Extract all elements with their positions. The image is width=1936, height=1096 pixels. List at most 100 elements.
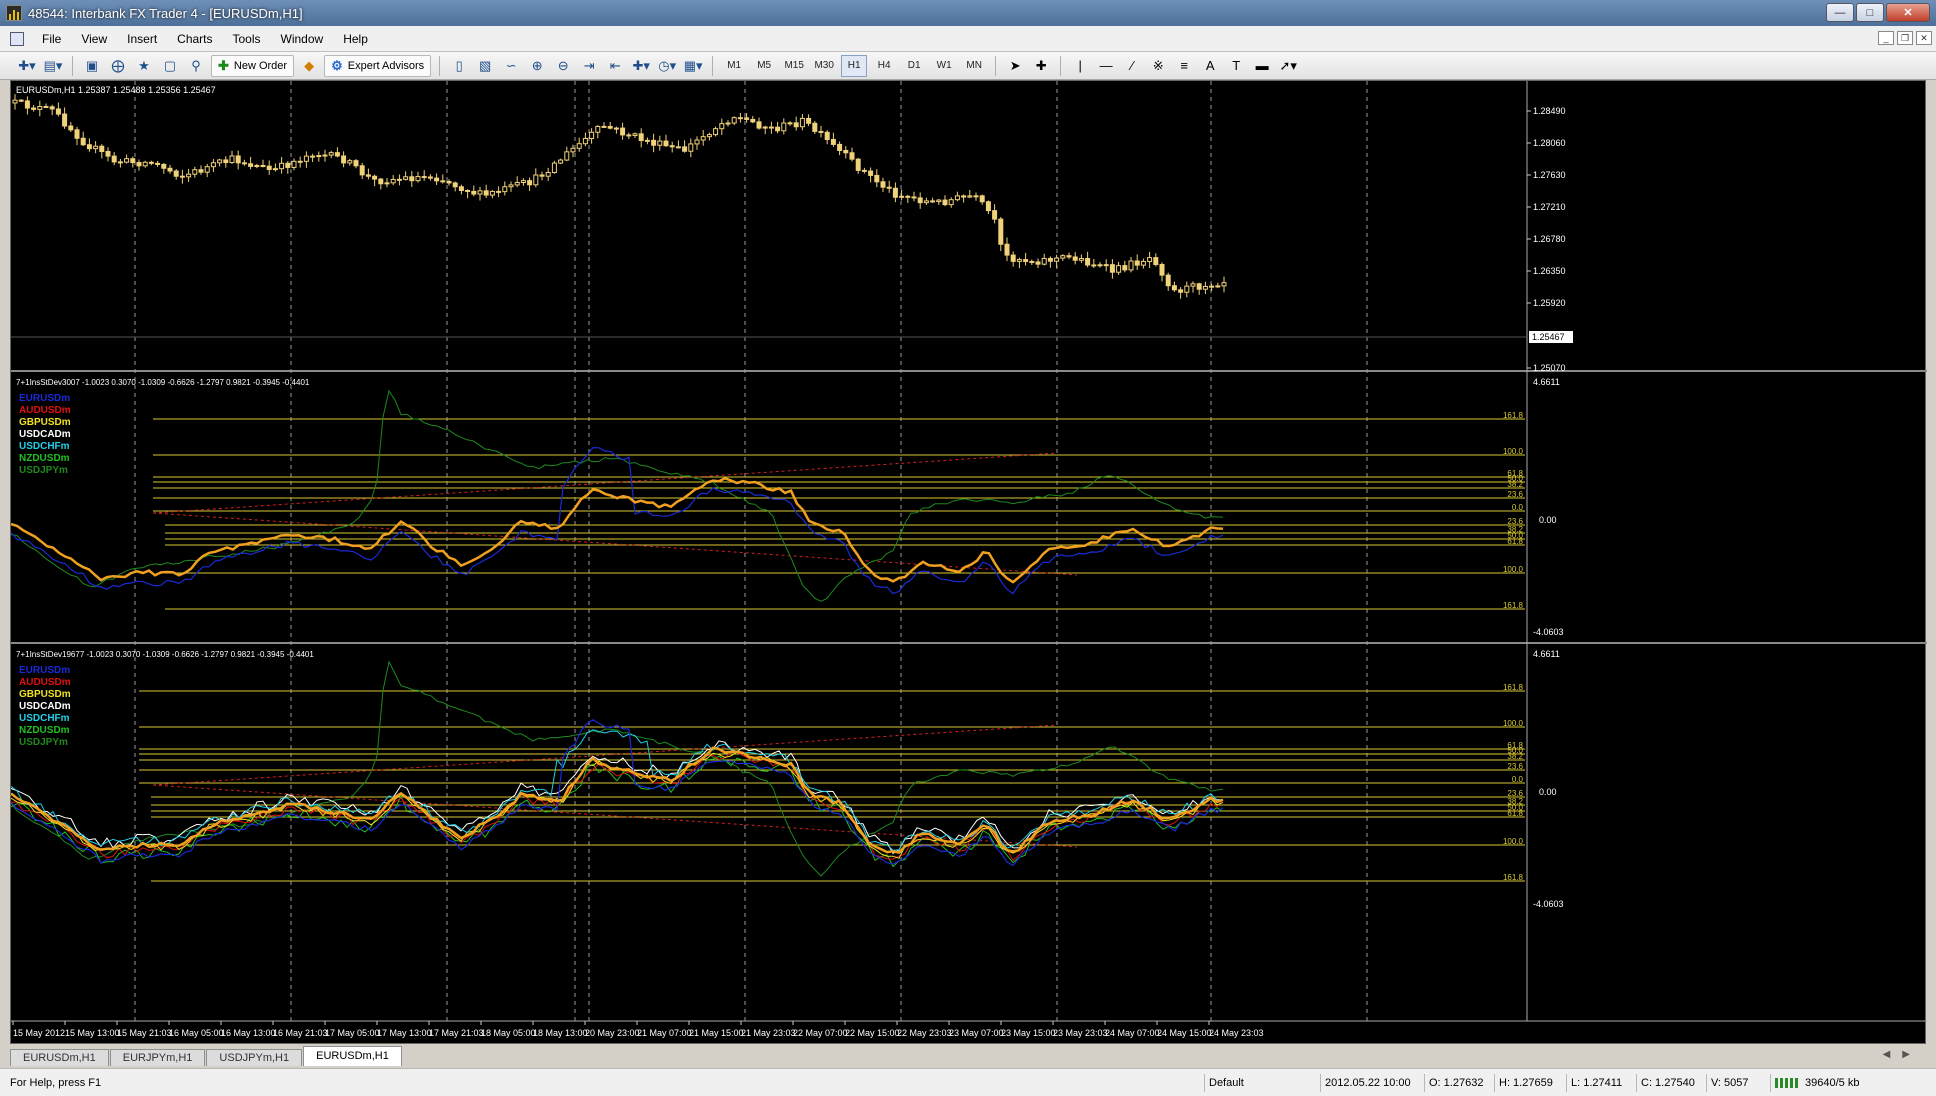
candle-body bbox=[626, 134, 632, 137]
mdi-minimize-button[interactable]: _ bbox=[1878, 31, 1894, 45]
candle-body bbox=[384, 182, 390, 185]
chart-canvas[interactable]: EURUSDm,H1 1.25387 1.25488 1.25356 1.254… bbox=[11, 81, 1927, 1045]
trendline-icon[interactable]: ∕ bbox=[1121, 55, 1143, 77]
candle-body bbox=[18, 99, 24, 102]
candle-body bbox=[353, 160, 359, 167]
status-bar: For Help, press F1 Default 2012.05.22 10… bbox=[0, 1068, 1936, 1096]
profiles-icon[interactable]: ▤▾ bbox=[42, 55, 64, 77]
timeframe-m1[interactable]: M1 bbox=[721, 55, 747, 77]
data-window-icon[interactable]: ⨁ bbox=[107, 55, 129, 77]
expert-advisors-button[interactable]: ⚙ Expert Advisors bbox=[324, 54, 432, 77]
indicators-icon[interactable]: ✚▾ bbox=[630, 55, 652, 77]
fibonacci-icon[interactable]: ≡ bbox=[1173, 55, 1195, 77]
auto-scroll-icon[interactable]: ⇥ bbox=[578, 55, 600, 77]
candle-body bbox=[601, 125, 607, 128]
navigator-icon[interactable]: ★ bbox=[133, 55, 155, 77]
metaeditor-icon[interactable]: ◆ bbox=[298, 55, 320, 77]
candle-body bbox=[1085, 258, 1091, 266]
line-chart-icon[interactable]: ∽ bbox=[500, 55, 522, 77]
menu-tools[interactable]: Tools bbox=[223, 28, 271, 50]
candle-body bbox=[74, 129, 80, 139]
candle-body bbox=[1122, 265, 1128, 271]
crosshair-icon[interactable]: ✚ bbox=[1030, 55, 1052, 77]
minimize-button[interactable]: — bbox=[1826, 3, 1854, 22]
candle-body bbox=[874, 174, 880, 183]
candle-body bbox=[861, 169, 867, 172]
mdi-close-button[interactable]: ✕ bbox=[1916, 31, 1932, 45]
chart-tab-active[interactable]: EURUSDm,H1 bbox=[303, 1046, 402, 1066]
timeframe-d1[interactable]: D1 bbox=[901, 55, 927, 77]
cursor-icon[interactable]: ➤ bbox=[1004, 55, 1026, 77]
vertical-line-icon[interactable]: | bbox=[1069, 55, 1091, 77]
periods-icon[interactable]: ◷▾ bbox=[656, 55, 678, 77]
timeframe-mn[interactable]: MN bbox=[961, 55, 987, 77]
menu-insert[interactable]: Insert bbox=[117, 28, 167, 50]
close-button[interactable]: ✕ bbox=[1886, 3, 1930, 22]
candle-body bbox=[161, 163, 167, 169]
price-label: 1.28490 bbox=[1533, 106, 1566, 116]
timeframe-m30[interactable]: M30 bbox=[811, 55, 837, 77]
terminal-icon[interactable]: ▢ bbox=[159, 55, 181, 77]
candle-body bbox=[458, 186, 464, 191]
chart-tab-eurjpym-h1[interactable]: EURJPYm,H1 bbox=[109, 1049, 206, 1066]
candle-body bbox=[130, 158, 136, 164]
bar-chart-icon[interactable]: ▯ bbox=[448, 55, 470, 77]
candle-body bbox=[210, 162, 216, 168]
current-price-label: 1.25467 bbox=[1532, 332, 1565, 342]
text-label-icon[interactable]: T bbox=[1225, 55, 1247, 77]
horizontal-line-icon[interactable]: — bbox=[1095, 55, 1117, 77]
app-icon bbox=[6, 5, 22, 21]
menu-view[interactable]: View bbox=[71, 28, 117, 50]
arrows-icon[interactable]: ➚▾ bbox=[1277, 55, 1299, 77]
title-bar[interactable]: 48544: Interbank FX Trader 4 - [EURUSDm,… bbox=[0, 0, 1936, 26]
zoom-in-icon[interactable]: ⊕ bbox=[526, 55, 548, 77]
indicator-scale-mid: 0.00 bbox=[1539, 787, 1557, 797]
price-label: 1.26780 bbox=[1533, 234, 1566, 244]
time-label: 18 May 05:00 bbox=[481, 1028, 536, 1038]
candle-body bbox=[415, 176, 421, 182]
candle-body bbox=[1103, 264, 1109, 267]
fib-level-label: 100.0 bbox=[1503, 565, 1524, 574]
menu-help[interactable]: Help bbox=[333, 28, 378, 50]
menu-file[interactable]: File bbox=[32, 28, 71, 50]
time-label: 16 May 05:00 bbox=[169, 1028, 224, 1038]
templates-icon[interactable]: ▦▾ bbox=[682, 55, 704, 77]
menu-charts[interactable]: Charts bbox=[167, 28, 222, 50]
candle-body bbox=[192, 169, 198, 175]
menu-bar: File View Insert Charts Tools Window Hel… bbox=[0, 26, 1936, 52]
label-icon[interactable]: ▬ bbox=[1251, 55, 1273, 77]
candle-body bbox=[620, 127, 626, 136]
candle-body bbox=[322, 154, 328, 157]
maximize-button[interactable]: □ bbox=[1856, 3, 1884, 22]
market-watch-icon[interactable]: ▣ bbox=[81, 55, 103, 77]
fib-level-label: 61.8 bbox=[1507, 537, 1523, 546]
timeframe-h4[interactable]: H4 bbox=[871, 55, 897, 77]
chart-tab-eurusdm-h1[interactable]: EURUSDm,H1 bbox=[10, 1049, 109, 1066]
new-order-button[interactable]: ✚ New Order bbox=[211, 54, 295, 77]
channel-icon[interactable]: ※ bbox=[1147, 55, 1169, 77]
chart-tab-usdjpym-h1[interactable]: USDJPYm,H1 bbox=[206, 1049, 303, 1066]
chart-shift-icon[interactable]: ⇤ bbox=[604, 55, 626, 77]
candle-body bbox=[719, 123, 725, 130]
timeframe-m5[interactable]: M5 bbox=[751, 55, 777, 77]
candle-body bbox=[471, 190, 477, 195]
tab-scroll-arrows-icon[interactable]: ◀▶ bbox=[1883, 1049, 1922, 1060]
timeframe-h1[interactable]: H1 bbox=[841, 54, 868, 77]
fib-level-label: 161.8 bbox=[1503, 683, 1524, 692]
candle-body bbox=[1029, 260, 1035, 263]
timeframe-m15[interactable]: M15 bbox=[781, 55, 807, 77]
timeframe-w1[interactable]: W1 bbox=[931, 55, 957, 77]
candle-body bbox=[954, 195, 960, 201]
strategy-tester-icon[interactable]: ⚲ bbox=[185, 55, 207, 77]
chart-window[interactable]: EURUSDm,H1 1.25387 1.25488 1.25356 1.254… bbox=[10, 80, 1927, 1045]
menu-window[interactable]: Window bbox=[271, 28, 334, 50]
mdi-restore-button[interactable]: ❐ bbox=[1897, 31, 1913, 45]
candle-body bbox=[117, 161, 123, 164]
candle-body bbox=[489, 190, 495, 196]
candle-body bbox=[892, 187, 898, 198]
time-label: 23 May 07:00 bbox=[949, 1028, 1004, 1038]
new-chart-icon[interactable]: ✚▾ bbox=[16, 55, 38, 77]
text-icon[interactable]: A bbox=[1199, 55, 1221, 77]
candlestick-icon[interactable]: ▧ bbox=[474, 55, 496, 77]
zoom-out-icon[interactable]: ⊖ bbox=[552, 55, 574, 77]
